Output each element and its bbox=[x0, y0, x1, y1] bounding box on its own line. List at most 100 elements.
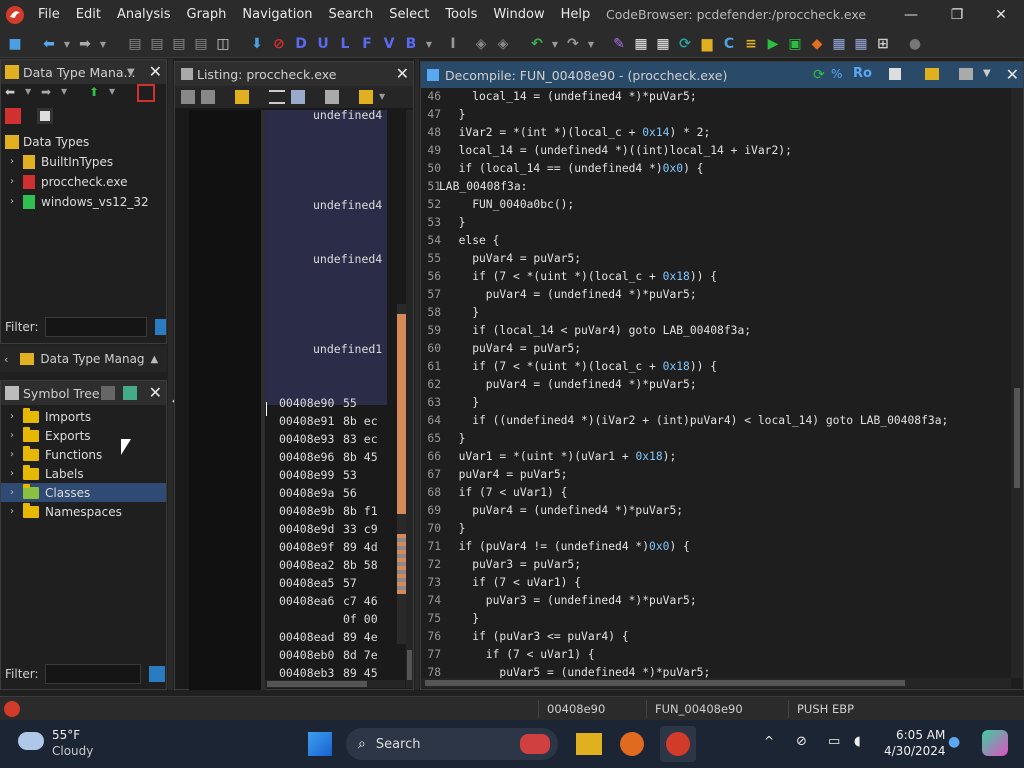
code-text[interactable]: puVar3 = puVar5; bbox=[445, 556, 581, 574]
readonly-badge[interactable]: Ro bbox=[853, 66, 872, 81]
code-line[interactable]: 51 LAB_00408f3a: bbox=[421, 178, 1011, 196]
nav-function-icon[interactable]: ◫ bbox=[214, 35, 232, 53]
datatype-collapse-icon[interactable] bbox=[5, 108, 21, 124]
menu-graph[interactable]: Graph bbox=[179, 0, 235, 30]
redo-icon[interactable]: ↷ bbox=[564, 35, 582, 53]
menu-search[interactable]: Search bbox=[321, 0, 382, 30]
symbol-tree-namespaces[interactable]: › Namespaces bbox=[5, 502, 122, 521]
back-dropdown-icon[interactable]: ▼ bbox=[25, 87, 31, 96]
run-icon[interactable]: ▶ bbox=[764, 35, 782, 53]
nav-l-icon[interactable]: L bbox=[336, 35, 354, 53]
undo-icon[interactable]: ↶ bbox=[528, 35, 546, 53]
listing-row-bytes[interactable]: 83 ec bbox=[343, 430, 378, 448]
code-text[interactable]: iVar2 = *(int *)(local_c + 0x14) * 2; bbox=[445, 124, 711, 142]
code-line[interactable]: 54 else { bbox=[421, 232, 1011, 250]
undo-stack-icon[interactable]: ◈ bbox=[472, 35, 490, 53]
expand-chevron-icon[interactable]: › bbox=[5, 449, 19, 460]
pencil-icon[interactable]: ✎ bbox=[610, 35, 628, 53]
forward-dropdown-icon[interactable]: ▼ bbox=[61, 87, 67, 96]
table-icon[interactable]: ▦ bbox=[830, 35, 848, 53]
listing-row-bytes[interactable]: 89 4d bbox=[343, 538, 378, 556]
listing-row-bytes[interactable]: 57 bbox=[343, 574, 357, 592]
code-text[interactable]: } bbox=[445, 520, 466, 538]
datatype-filter-input[interactable] bbox=[44, 317, 147, 337]
weather-desc[interactable]: Cloudy bbox=[52, 744, 93, 758]
code-text[interactable]: } bbox=[445, 430, 466, 448]
listing-row-address[interactable]: 00408ea6 bbox=[279, 592, 334, 610]
code-line[interactable]: 53 } bbox=[421, 214, 1011, 232]
tab-up-chevron-icon[interactable]: ▲ bbox=[151, 354, 159, 365]
symbol-tree-functions[interactable]: › Functions bbox=[5, 445, 102, 464]
expand-chevron-icon[interactable]: › bbox=[5, 487, 19, 498]
code-line[interactable]: 60 puVar4 = puVar5; bbox=[421, 340, 1011, 358]
code-text[interactable]: uVar1 = *(uint *)(uVar1 + 0x18); bbox=[445, 448, 677, 466]
refresh-icon[interactable]: ⟳ bbox=[813, 67, 825, 83]
nav-f-icon[interactable]: F bbox=[358, 35, 376, 53]
close-symbol-tree-button[interactable]: ✕ bbox=[149, 383, 162, 402]
code-line[interactable]: 74 puVar3 = (undefined4 *)*puVar5; bbox=[421, 592, 1011, 610]
listing-row-address[interactable]: 00408e96 bbox=[279, 448, 334, 466]
code-text[interactable]: if (7 < *(uint *)(local_c + 0x18)) { bbox=[445, 268, 717, 286]
minimize-button[interactable]: — bbox=[888, 0, 934, 30]
listing-row-bytes[interactable]: 8b f1 bbox=[343, 502, 378, 520]
nav-b-dropdown-icon[interactable]: ▼ bbox=[420, 35, 438, 53]
code-text[interactable]: } bbox=[445, 610, 479, 628]
code-line[interactable]: 73 if (7 < uVar1) { bbox=[421, 574, 1011, 592]
copy-icon[interactable] bbox=[889, 68, 901, 80]
code-line[interactable]: 72 puVar3 = puVar5; bbox=[421, 556, 1011, 574]
menu-tools[interactable]: Tools bbox=[437, 0, 485, 30]
listing-row-address[interactable]: 00408e9f bbox=[279, 538, 334, 556]
code-line[interactable]: 69 puVar4 = (undefined4 *)*puVar5; bbox=[421, 502, 1011, 520]
listing-row-bytes[interactable]: 0f 00 bbox=[343, 610, 378, 628]
paste-icon[interactable] bbox=[201, 90, 215, 104]
code-line[interactable]: 65 } bbox=[421, 430, 1011, 448]
code-text[interactable]: } bbox=[445, 106, 466, 124]
listing-row-bytes[interactable]: 8d 7e bbox=[343, 646, 378, 664]
clock-date[interactable]: 4/30/2024 bbox=[884, 744, 946, 758]
code-line[interactable]: 56 if (7 < *(uint *)(local_c + 0x18)) { bbox=[421, 268, 1011, 286]
expand-chevron-icon[interactable]: › bbox=[5, 156, 19, 167]
code-text[interactable]: if (puVar4 != (undefined4 *)0x0) { bbox=[445, 538, 690, 556]
code-text[interactable]: if (7 < uVar1) { bbox=[445, 646, 595, 664]
file-explorer-icon[interactable] bbox=[576, 733, 602, 755]
filter-off-icon[interactable] bbox=[137, 84, 155, 102]
forward-dropdown-icon[interactable]: ▼ bbox=[94, 35, 112, 53]
diff-icon[interactable] bbox=[291, 90, 305, 104]
listing-row-bytes[interactable]: 33 c9 bbox=[343, 520, 378, 538]
code-line[interactable]: 59 if (local_14 < puVar4) goto LAB_00408… bbox=[421, 322, 1011, 340]
listing-row-address[interactable]: 00408ea2 bbox=[279, 556, 334, 574]
code-line[interactable]: 64 if ((undefined4 *)(iVar2 + (int)puVar… bbox=[421, 412, 1011, 430]
firefox-icon[interactable] bbox=[620, 732, 644, 756]
symbol-tree-classes[interactable]: › Classes bbox=[1, 483, 166, 502]
menu-navigation[interactable]: Navigation bbox=[234, 0, 320, 30]
code-line[interactable]: 48 iVar2 = *(int *)(local_c + 0x14) * 2; bbox=[421, 124, 1011, 142]
code-line[interactable]: 52 FUN_0040a0bc(); bbox=[421, 196, 1011, 214]
nav-i-icon[interactable]: I bbox=[444, 35, 462, 53]
menu-edit[interactable]: Edit bbox=[68, 0, 109, 30]
listing-hscroll-thumb[interactable] bbox=[267, 681, 367, 687]
nav-b-icon[interactable]: B bbox=[402, 35, 420, 53]
tree-item-windows[interactable]: › windows_vs12_32 bbox=[5, 192, 149, 211]
windows-start-icon[interactable] bbox=[308, 732, 332, 756]
listing-row-address[interactable]: 00408e9a bbox=[279, 484, 334, 502]
expand-chevron-icon[interactable]: › bbox=[5, 411, 19, 422]
code-line[interactable]: 75 } bbox=[421, 610, 1011, 628]
tree-item-proccheck[interactable]: › proccheck.exe bbox=[5, 172, 127, 191]
code-text[interactable]: } bbox=[445, 394, 479, 412]
archive-icon[interactable]: ⬆ bbox=[89, 85, 99, 99]
listing-hscrollbar[interactable] bbox=[265, 680, 405, 688]
options-dropdown-icon[interactable]: ▼ bbox=[379, 92, 385, 101]
help-icon[interactable]: ● bbox=[906, 35, 924, 53]
listing-row-address[interactable]: 00408e90 bbox=[279, 394, 334, 412]
nav-d-icon[interactable]: D bbox=[292, 35, 310, 53]
symbol-tree-imports[interactable]: › Imports bbox=[5, 407, 91, 426]
listing-row-address[interactable]: 00408e93 bbox=[279, 430, 334, 448]
datatypes-root[interactable]: Data Types bbox=[5, 132, 89, 151]
code-text[interactable]: if (7 < *(uint *)(local_c + 0x18)) { bbox=[445, 358, 717, 376]
tree-icon[interactable]: ⊞ bbox=[874, 35, 892, 53]
code-line[interactable]: 71 if (puVar4 != (undefined4 *)0x0) { bbox=[421, 538, 1011, 556]
code-line[interactable]: 77 if (7 < uVar1) { bbox=[421, 646, 1011, 664]
copy-icon[interactable] bbox=[181, 90, 195, 104]
code-line[interactable]: 68 if (7 < uVar1) { bbox=[421, 484, 1011, 502]
code-line[interactable]: 62 puVar4 = (undefined4 *)*puVar5; bbox=[421, 376, 1011, 394]
